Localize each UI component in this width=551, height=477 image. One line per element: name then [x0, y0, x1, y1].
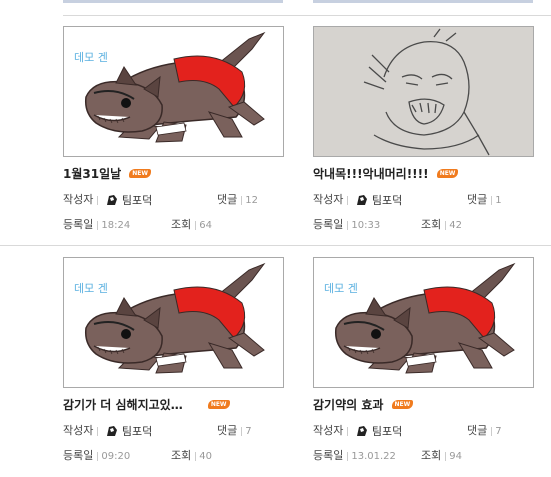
views-label: 조회: [421, 449, 442, 462]
divider: [97, 220, 99, 230]
comments-group: 댓글 12: [217, 191, 258, 207]
thumbnail-caption: 데모 겐: [74, 51, 108, 64]
thumbnail-caption: 데모 겐: [74, 282, 108, 295]
post-title-row[interactable]: 감기약의 효과 NEW: [313, 394, 414, 412]
avatar-icon: [104, 424, 119, 438]
post-title-row[interactable]: 악내목!!!악내머리!!!! NEW: [313, 163, 459, 181]
author-row: 작성자 팀포덕 댓글 1: [313, 191, 523, 207]
comments-count: 1: [495, 195, 502, 206]
thumbnail-caption: 데모 겐: [324, 282, 358, 295]
views-group: 조회 42: [421, 216, 462, 232]
views-count: 64: [199, 220, 212, 231]
comments-label: 댓글: [217, 193, 238, 206]
new-badge: NEW: [129, 169, 152, 178]
divider: [491, 426, 493, 436]
new-badge: NEW: [391, 400, 414, 409]
new-badge: NEW: [207, 400, 230, 409]
divider: [241, 195, 243, 205]
post-thumbnail[interactable]: 데모 겐: [63, 26, 284, 157]
post-title-row[interactable]: 감기가 더 심해지고있… NEW: [63, 394, 230, 412]
comments-count: 7: [245, 426, 252, 437]
date-row: 등록일 09:20 조회 40: [63, 447, 273, 463]
comments-count: 7: [495, 426, 502, 437]
post-thumbnail[interactable]: [313, 26, 534, 157]
comments-group: 댓글 1: [467, 191, 502, 207]
comments-group: 댓글 7: [217, 422, 252, 438]
author-name[interactable]: 팀포덕: [372, 425, 402, 438]
views-group: 조회 40: [171, 447, 212, 463]
post-title-row[interactable]: 1월31일날 NEW: [63, 163, 152, 181]
views-count: 42: [449, 220, 462, 231]
date-row: 등록일 13.01.22 조회 94: [313, 447, 523, 463]
divider: [195, 220, 197, 230]
post-card[interactable]: 데모 겐 감기가 더 심해지고있… NEW 작성자 팀포덕 댓글 7 등록일 09:…: [63, 257, 303, 477]
new-badge: NEW: [436, 169, 459, 178]
post-card[interactable]: 악내목!!!악내머리!!!! NEW 작성자 팀포덕 댓글 1 등록일 10:33 …: [313, 26, 551, 246]
comments-label: 댓글: [467, 424, 488, 437]
divider: [97, 451, 99, 461]
comments-label: 댓글: [467, 193, 488, 206]
author-label: 작성자: [313, 424, 344, 437]
date-label: 등록일: [313, 218, 344, 231]
post-thumbnail[interactable]: 데모 겐: [63, 257, 284, 388]
post-date: 18:24: [101, 220, 131, 231]
author-row: 작성자 팀포덕 댓글 7: [313, 422, 523, 438]
divider: [241, 426, 243, 436]
divider: [445, 451, 447, 461]
comments-group: 댓글 7: [467, 422, 502, 438]
post-card[interactable]: 데모 겐 1월31일날 NEW 작성자 팀포덕 댓글 12 등록일 18:24 조회…: [63, 26, 303, 246]
author-row: 작성자 팀포덕 댓글 7: [63, 422, 273, 438]
post-thumbnail[interactable]: 데모 겐: [313, 257, 534, 388]
views-label: 조회: [421, 218, 442, 231]
post-title[interactable]: 악내목!!!악내머리!!!!: [313, 167, 429, 181]
avatar-icon: [104, 193, 119, 207]
top-divider-right: [313, 0, 533, 3]
author-label: 작성자: [313, 193, 344, 206]
cartoon-dog-image: 데모 겐: [324, 263, 515, 374]
divider: [97, 195, 99, 205]
views-group: 조회 64: [171, 216, 212, 232]
divider: [347, 195, 349, 205]
comments-label: 댓글: [217, 424, 238, 437]
post-date: 13.01.22: [351, 451, 396, 462]
author-name[interactable]: 팀포덕: [372, 194, 402, 207]
avatar-icon: [354, 424, 369, 438]
divider: [347, 426, 349, 436]
author-name[interactable]: 팀포덕: [122, 425, 152, 438]
cartoon-dog-image: 데모 겐: [74, 32, 265, 143]
comments-count: 12: [245, 195, 258, 206]
post-card[interactable]: 데모 겐 감기약의 효과 NEW 작성자 팀포덕 댓글 7 등록일 13.01.22…: [313, 257, 551, 477]
divider: [491, 195, 493, 205]
post-title[interactable]: 1월31일날: [63, 167, 121, 181]
author-row: 작성자 팀포덕 댓글 12: [63, 191, 273, 207]
divider: [347, 220, 349, 230]
divider: [195, 451, 197, 461]
date-row: 등록일 10:33 조회 42: [313, 216, 523, 232]
date-label: 등록일: [63, 449, 94, 462]
views-group: 조회 94: [421, 447, 462, 463]
views-count: 40: [199, 451, 212, 462]
views-count: 94: [449, 451, 462, 462]
post-title[interactable]: 감기가 더 심해지고있…: [63, 398, 183, 412]
post-title[interactable]: 감기약의 효과: [313, 398, 383, 412]
author-name[interactable]: 팀포덕: [122, 194, 152, 207]
divider: [347, 451, 349, 461]
top-divider-left: [63, 0, 283, 3]
post-date: 09:20: [101, 451, 131, 462]
date-label: 등록일: [313, 449, 344, 462]
sketch-drawing-image: [314, 27, 533, 156]
author-label: 작성자: [63, 193, 94, 206]
divider: [97, 426, 99, 436]
divider: [445, 220, 447, 230]
post-date: 10:33: [351, 220, 381, 231]
list-top-border: [63, 15, 551, 16]
avatar-icon: [354, 193, 369, 207]
views-label: 조회: [171, 449, 192, 462]
cartoon-dog-image: 데모 겐: [74, 263, 265, 374]
date-label: 등록일: [63, 218, 94, 231]
date-row: 등록일 18:24 조회 64: [63, 216, 273, 232]
author-label: 작성자: [63, 424, 94, 437]
views-label: 조회: [171, 218, 192, 231]
